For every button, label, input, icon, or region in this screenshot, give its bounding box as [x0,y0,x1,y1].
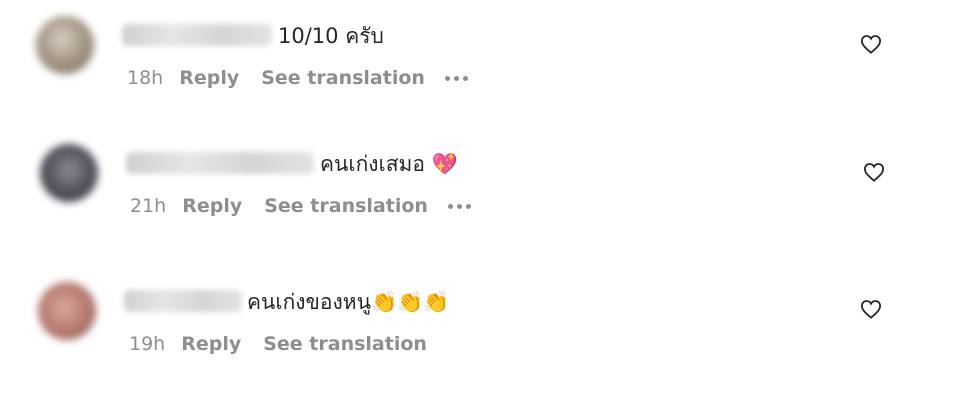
reply-button[interactable]: Reply [182,195,242,217]
clapping-hands-emoji: 👏👏👏 [370,290,450,314]
avatar[interactable] [40,144,98,202]
comment-meta: 19h Reply See translation [129,333,447,355]
comment-text: คนเก่งเสมอ 💖 [320,148,458,181]
comment-text-body: คนเก่งเสมอ [320,152,425,176]
more-options-icon[interactable] [444,75,468,81]
username-blurred[interactable] [124,290,242,312]
username-blurred[interactable] [122,24,272,46]
comment-timestamp[interactable]: 19h [129,333,165,355]
comment-timestamp[interactable]: 18h [127,67,163,89]
reply-button[interactable]: Reply [181,333,241,355]
comment-meta: 18h Reply See translation [127,67,468,89]
sparkling-heart-emoji: 💖 [431,152,458,176]
see-translation-link[interactable]: See translation [261,67,425,89]
comment-text: คนเก่งของหนู👏👏👏 [247,286,449,319]
comment-text: 10/10 ครับ [278,24,384,48]
comment-item: 10/10 ครับ 18h Reply See translation [0,12,963,122]
comment-timestamp[interactable]: 21h [130,195,166,217]
more-options-icon[interactable] [447,203,471,209]
comment-item: คนเก่งเสมอ 💖 21h Reply See translation [0,140,963,250]
heart-outline-icon[interactable] [860,299,882,319]
comment-meta: 21h Reply See translation [130,195,471,217]
see-translation-link[interactable]: See translation [263,333,427,355]
username-blurred[interactable] [126,152,314,174]
avatar[interactable] [38,282,96,340]
comment-text-body: คนเก่งของหนู [247,290,371,314]
heart-outline-icon[interactable] [860,34,882,54]
comment-item: คนเก่งของหนู👏👏👏 19h Reply See translatio… [0,278,963,388]
see-translation-link[interactable]: See translation [264,195,428,217]
heart-outline-icon[interactable] [863,162,885,182]
reply-button[interactable]: Reply [179,67,239,89]
avatar[interactable] [36,16,94,74]
